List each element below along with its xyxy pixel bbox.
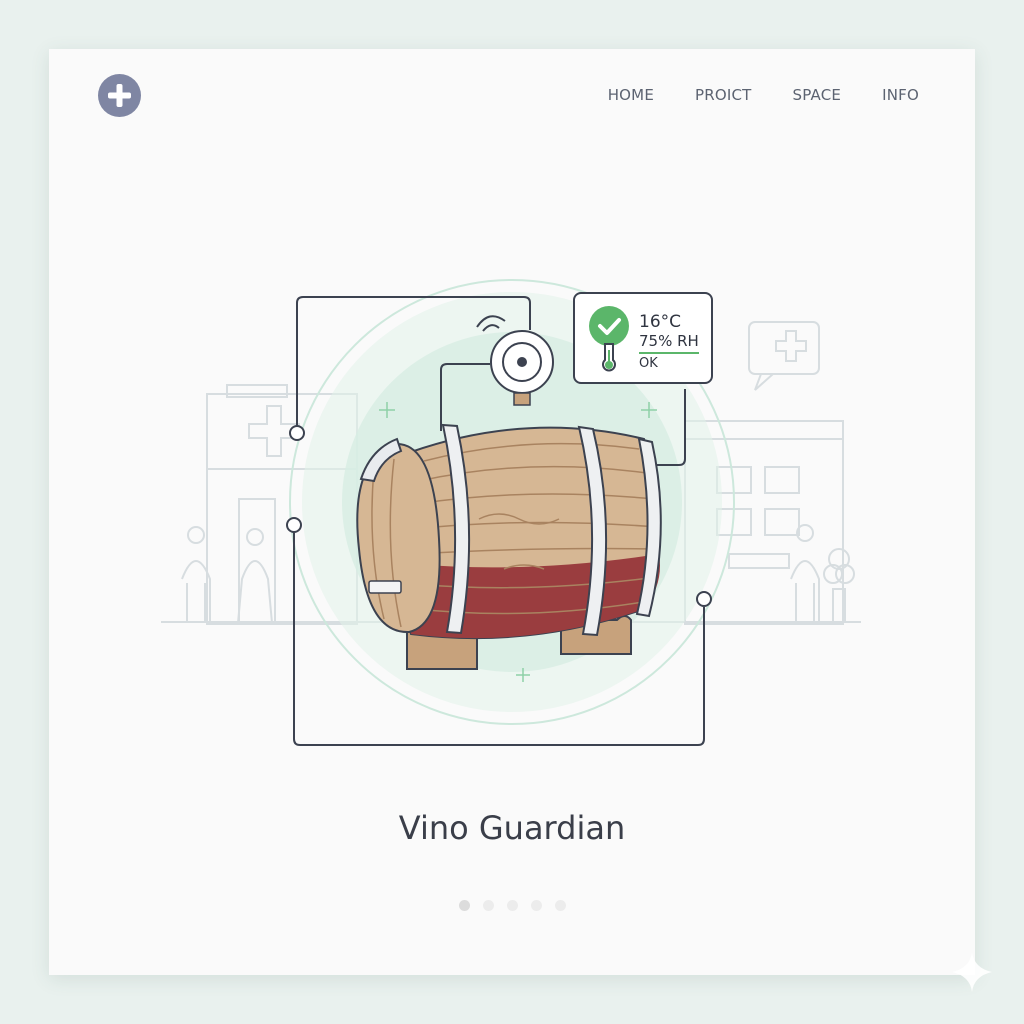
app-title: Vino Guardian — [398, 809, 626, 847]
main-card: HOME PROICT SPACE INFO 16°C 75% RH OK Vi… — [49, 49, 975, 975]
humidity-reading: 75% RH — [639, 332, 699, 354]
sparkle-icon — [952, 952, 992, 992]
status-label: OK — [639, 356, 658, 371]
check-icon — [589, 306, 629, 372]
temperature-reading: 16°C — [639, 312, 682, 332]
carousel-pager — [49, 900, 975, 911]
pager-dot[interactable] — [482, 900, 494, 911]
wine-barrel — [356, 423, 662, 670]
pager-dot[interactable] — [458, 900, 470, 911]
pager-dot[interactable] — [554, 900, 566, 911]
sensor-status-card: 16°C 75% RH OK — [573, 292, 713, 384]
pager-dot[interactable] — [506, 900, 518, 911]
pager-dot[interactable] — [530, 900, 542, 911]
